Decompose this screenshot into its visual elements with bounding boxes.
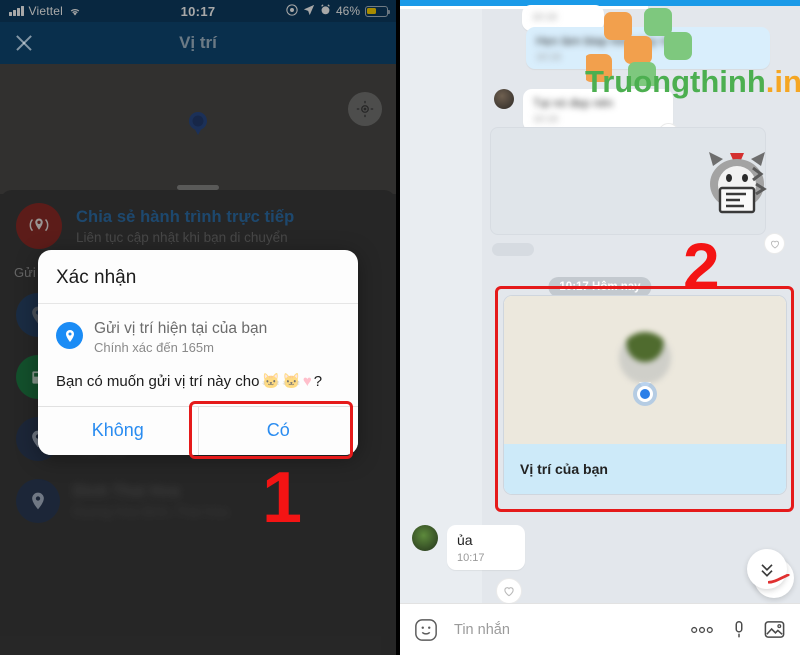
avatar[interactable]	[412, 525, 438, 551]
confirm-no-button[interactable]: Không	[38, 407, 198, 455]
chat-day-chip: 10:17 Hôm nay	[548, 277, 652, 297]
chat-bubble-incoming[interactable]: ủa 10:17	[447, 525, 525, 570]
screenshot-root: Viettel 10:17 46% Vị trí Chia sẻ hành tr…	[0, 0, 800, 655]
current-location-dot	[637, 386, 653, 402]
message-time: 10:17	[457, 552, 485, 564]
chat-left-rail	[400, 9, 482, 603]
confirm-yes-button[interactable]: Có	[197, 407, 358, 455]
dialog-question-suffix: ?	[313, 372, 323, 390]
cat-emoji-icon: 🐱	[261, 373, 281, 390]
map-pin-icon	[56, 322, 83, 349]
red-swoosh-icon	[768, 574, 790, 584]
dialog-location-title: Gửi vị trí hiện tại của bạn	[94, 320, 268, 337]
dialog-question: Bạn có muốn gửi vị trí này cho 🐱 🐱 ♥ ?	[38, 359, 358, 406]
dialog-location-accuracy: Chính xác đến 165m	[94, 340, 214, 355]
message-text: ủa	[457, 532, 473, 548]
cat-sticker[interactable]	[700, 144, 774, 218]
message-input-placeholder[interactable]: Tin nhắn	[454, 622, 676, 638]
annotation-number-1: 1	[262, 458, 303, 538]
more-dots-icon[interactable]	[689, 625, 715, 635]
location-card-label: Vị trí của bạn	[504, 444, 786, 494]
heart-reaction-icon[interactable]	[764, 233, 785, 254]
message-input-bar[interactable]: Tin nhắn	[400, 603, 800, 655]
location-card-map	[504, 296, 786, 444]
confirm-dialog: Xác nhận Gửi vị trí hiện tại của bạn Chí…	[38, 250, 358, 455]
avatar[interactable]	[494, 89, 514, 109]
left-phone-screen: Viettel 10:17 46% Vị trí Chia sẻ hành tr…	[0, 0, 396, 655]
avatar	[619, 332, 671, 384]
dialog-location-text: Gửi vị trí hiện tại của bạn Chính xác đế…	[94, 320, 267, 355]
dialog-location-row: Gửi vị trí hiện tại của bạn Chính xác đế…	[38, 304, 358, 359]
heart-emoji-icon: ♥	[302, 372, 312, 390]
list-item[interactable]: ủa 10:17	[412, 525, 525, 570]
message-time: 10:16	[532, 12, 558, 23]
dialog-question-prefix: Bạn có muốn gửi vị trí này cho	[56, 372, 260, 390]
watermark-text-b: thinh	[690, 64, 766, 99]
annotation-number-2: 2	[683, 229, 720, 303]
sent-location-message[interactable]: Vị trí của bạn	[503, 295, 787, 495]
close-icon[interactable]	[14, 33, 34, 53]
watermark-text-a: Truong	[585, 64, 691, 99]
emoji-smiley-icon[interactable]	[414, 618, 438, 642]
image-icon[interactable]	[763, 618, 786, 641]
cat-emoji-icon: 🐱	[282, 373, 301, 390]
watermark: Truongthinh.info	[584, 6, 800, 116]
dialog-title: Xác nhận	[38, 250, 358, 304]
heart-reaction-icon[interactable]	[496, 578, 522, 604]
dialog-actions: Không Có	[38, 406, 358, 455]
microphone-icon[interactable]	[728, 619, 750, 641]
timestamp-chip-blurred	[492, 243, 534, 256]
watermark-text-c: .info	[765, 64, 800, 99]
